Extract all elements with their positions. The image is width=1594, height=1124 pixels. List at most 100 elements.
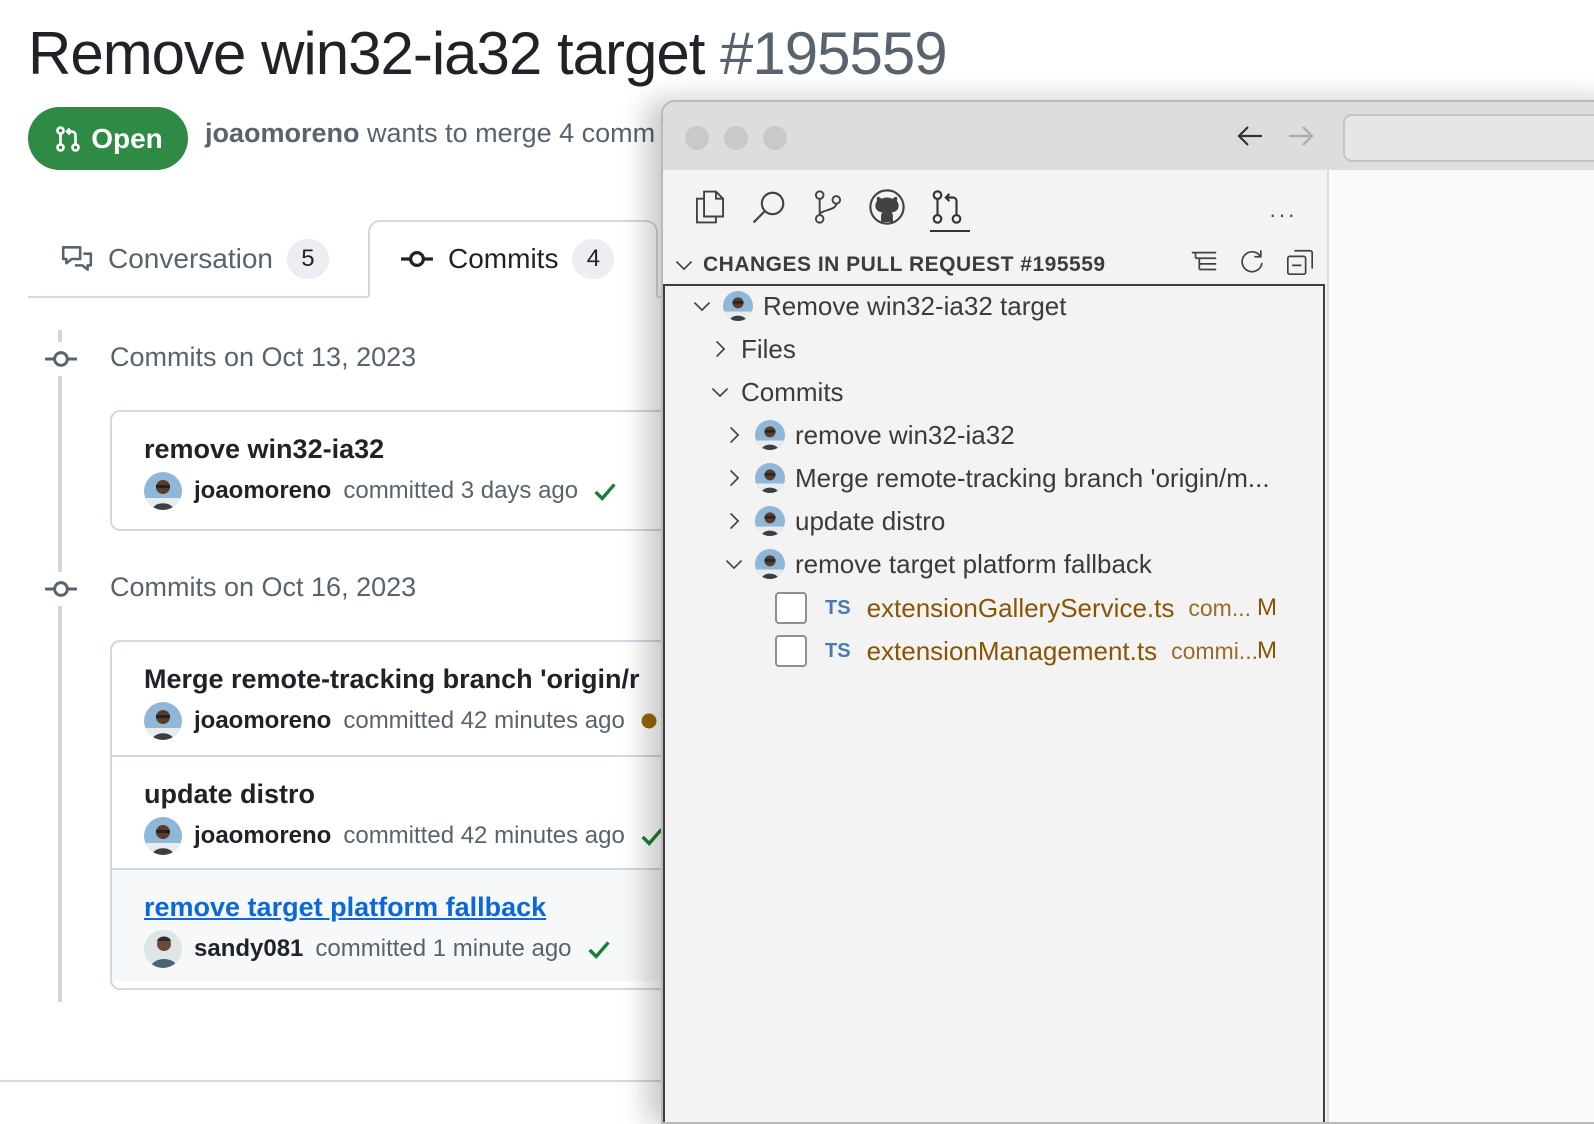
tree-item-label: Merge remote-tracking branch 'origin/m..…	[795, 462, 1270, 493]
file-description: commi...	[1171, 637, 1258, 664]
forward-arrow-icon[interactable]	[1285, 120, 1317, 152]
commit-group: remove win32-ia32 joaomoreno committed 3…	[110, 410, 714, 531]
commit-meta: joaomoreno committed 42 minutes ago	[144, 817, 667, 855]
timeline-commit-icon	[44, 342, 78, 376]
more-actions-icon[interactable]: ···	[1269, 202, 1297, 228]
tree-item-commit[interactable]: Merge remote-tracking branch 'origin/m..…	[723, 458, 1270, 498]
avatar[interactable]	[144, 817, 182, 855]
commit-time: committed 42 minutes ago	[343, 707, 625, 734]
commit-title-link[interactable]: remove target platform fallback	[144, 892, 546, 923]
tree-item-label: Files	[741, 333, 796, 364]
chevron-right-icon	[723, 424, 745, 446]
file-description: com...	[1188, 594, 1251, 621]
commit-title-link[interactable]: remove win32-ia32	[144, 434, 384, 465]
active-view-indicator	[930, 230, 970, 232]
title-bar	[663, 102, 1594, 171]
timeline-line	[58, 330, 62, 1002]
tab-commits-count: 4	[572, 239, 615, 279]
command-center[interactable]	[1343, 114, 1594, 162]
commit-time: committed 3 days ago	[343, 477, 579, 504]
commit-author-link[interactable]: joaomoreno	[194, 477, 331, 505]
commit-meta: joaomoreno committed 42 minutes ago	[144, 702, 661, 740]
chevron-down-icon	[691, 295, 713, 317]
chevron-right-icon	[709, 338, 731, 360]
commit-time: committed 1 minute ago	[315, 935, 572, 962]
tree-item-commit[interactable]: remove target platform fallback	[723, 544, 1152, 584]
close-window-button[interactable]	[685, 126, 709, 150]
tab-conversation[interactable]: Conversation 5	[60, 220, 329, 298]
commit-row: update distro joaomoreno committed 42 mi…	[112, 755, 712, 868]
tree-item-label: Remove win32-ia32 target	[763, 290, 1067, 321]
pr-state-label: Open	[91, 122, 163, 154]
check-icon[interactable]	[590, 476, 620, 506]
avatar	[755, 463, 785, 493]
avatar[interactable]	[144, 702, 182, 740]
avatar	[755, 549, 785, 579]
tab-conversation-count: 5	[286, 239, 329, 279]
commit-author-link[interactable]: joaomoreno	[194, 822, 331, 850]
github-icon[interactable]	[868, 188, 906, 226]
git-commit-icon	[400, 242, 434, 276]
pr-title-text: Remove win32-ia32 target	[28, 20, 705, 87]
file-checkbox[interactable]	[775, 592, 807, 624]
tree-item-pr[interactable]: Remove win32-ia32 target	[691, 286, 1067, 326]
file-checkbox[interactable]	[775, 635, 807, 667]
collapse-all-icon[interactable]	[1285, 247, 1315, 277]
check-icon[interactable]	[584, 934, 614, 964]
tree-item-commit[interactable]: remove win32-ia32	[723, 415, 1015, 455]
maximize-window-button[interactable]	[763, 126, 787, 150]
commit-row: remove target platform fallback sandy081…	[112, 868, 712, 981]
tab-commits[interactable]: Commits 4	[368, 220, 658, 298]
commit-meta: sandy081 committed 1 minute ago	[144, 930, 614, 968]
tree-item-file[interactable]: TS extensionGalleryService.ts com... M	[775, 588, 1305, 628]
file-status: M	[1257, 594, 1277, 621]
commit-title-link[interactable]: update distro	[144, 779, 315, 810]
tree-item-label: remove win32-ia32	[795, 419, 1015, 450]
file-name: extensionManagement.ts	[866, 635, 1158, 666]
chevron-right-icon	[723, 510, 745, 532]
pull-request-icon[interactable]	[928, 188, 966, 226]
tree-item-label: Commits	[741, 376, 844, 407]
commit-group: Merge remote-tracking branch 'origin/r j…	[110, 640, 714, 990]
section-actions	[1189, 247, 1315, 277]
files-icon[interactable]	[691, 188, 729, 226]
typescript-file-icon: TS	[825, 596, 851, 619]
refresh-icon[interactable]	[1237, 247, 1267, 277]
avatar[interactable]	[144, 472, 182, 510]
commit-author-link[interactable]: sandy081	[194, 935, 303, 963]
tree-item-file[interactable]: TS extensionManagement.ts commi... M	[775, 631, 1305, 671]
commit-author-link[interactable]: joaomoreno	[194, 707, 331, 735]
commit-time: committed 42 minutes ago	[343, 822, 625, 849]
pr-title: Remove win32-ia32 target #195559	[28, 14, 948, 94]
pr-author-link[interactable]: joaomoreno	[205, 118, 360, 148]
file-name: extensionGalleryService.ts	[866, 592, 1175, 623]
source-control-icon[interactable]	[809, 188, 847, 226]
tab-conversation-label: Conversation	[108, 243, 273, 274]
editor-area	[1329, 170, 1594, 1122]
pr-state-badge: Open	[28, 107, 188, 170]
chevron-down-icon	[723, 553, 745, 575]
back-arrow-icon[interactable]	[1234, 120, 1266, 152]
tab-commits-label: Commits	[448, 243, 559, 274]
tree-view-icon[interactable]	[1189, 247, 1219, 277]
avatar	[755, 506, 785, 536]
tree-item-label: update distro	[795, 505, 946, 536]
commit-row: Merge remote-tracking branch 'origin/r j…	[112, 642, 712, 755]
commit-meta: joaomoreno committed 3 days ago	[144, 472, 620, 510]
pending-dot-icon[interactable]	[637, 709, 661, 733]
comment-discussion-icon	[60, 242, 94, 276]
chevron-down-icon	[709, 381, 731, 403]
timeline-date: Commits on Oct 16, 2023	[110, 572, 417, 602]
tree-item-files[interactable]: Files	[709, 329, 796, 369]
minimize-window-button[interactable]	[724, 126, 748, 150]
commit-row: remove win32-ia32 joaomoreno committed 3…	[112, 412, 712, 525]
vscode-window: ··· CHANGES IN PULL REQUEST #195559 Remo…	[661, 100, 1594, 1124]
avatar[interactable]	[144, 930, 182, 968]
changes-tree: Remove win32-ia32 target Files Commits r…	[663, 284, 1325, 1122]
tree-item-commits[interactable]: Commits	[709, 372, 844, 412]
pr-number: #195559	[720, 20, 948, 87]
search-icon[interactable]	[750, 188, 788, 226]
tree-item-commit[interactable]: update distro	[723, 501, 945, 541]
section-title: CHANGES IN PULL REQUEST #195559	[703, 253, 1106, 276]
commit-title-link[interactable]: Merge remote-tracking branch 'origin/r	[144, 664, 640, 695]
